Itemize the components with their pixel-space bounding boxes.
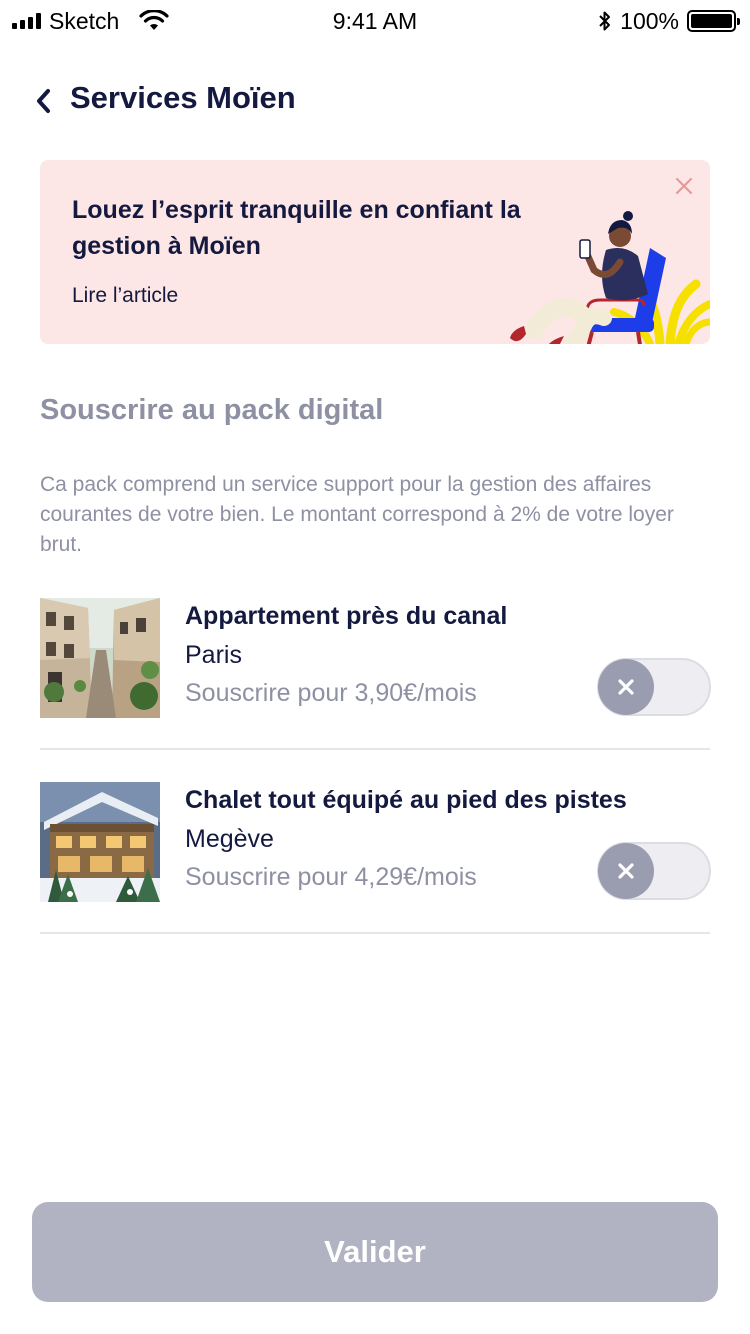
promo-banner[interactable]: Louez l’esprit tranquille en confiant la… <box>40 160 710 344</box>
read-article-link[interactable]: Lire l’article <box>72 284 178 308</box>
property-row: Appartement près du canal Paris Souscrir… <box>40 598 711 750</box>
toggle-knob <box>598 659 654 715</box>
property-name: Chalet tout équipé au pied des pistes <box>185 786 627 814</box>
property-price: Souscrire pour 4,29€/mois <box>185 863 477 891</box>
bluetooth-icon <box>599 11 611 31</box>
property-city: Megève <box>185 825 274 853</box>
toggle-knob <box>598 843 654 899</box>
close-icon <box>618 863 634 879</box>
property-city: Paris <box>185 641 242 669</box>
battery-icon <box>687 10 740 32</box>
property-photo-chalet <box>40 782 160 902</box>
subscribe-toggle[interactable] <box>597 658 711 716</box>
battery-percent: 100% <box>620 7 679 34</box>
status-right: 100% <box>598 7 740 34</box>
validate-button[interactable]: Valider <box>32 1202 718 1302</box>
property-row: Chalet tout équipé au pied des pistes Me… <box>40 782 711 934</box>
property-price: Souscrire pour 3,90€/mois <box>185 679 477 707</box>
woman-in-chair-illustration <box>510 211 710 344</box>
back-button[interactable] <box>30 84 56 118</box>
close-icon[interactable] <box>672 174 696 198</box>
property-photo-street <box>40 598 160 718</box>
section-title: Souscrire au pack digital <box>40 394 384 426</box>
chevron-left-icon <box>37 89 50 113</box>
subscribe-toggle[interactable] <box>597 842 711 900</box>
banner-title: Louez l’esprit tranquille en confiant la… <box>72 196 521 260</box>
property-name: Appartement près du canal <box>185 602 508 630</box>
section-description: Ca pack comprend un service support pour… <box>40 473 674 556</box>
page-title: Services Moïen <box>70 80 296 115</box>
close-icon <box>618 679 634 695</box>
status-bar: Sketch 9:41 AM 100% <box>0 0 750 40</box>
